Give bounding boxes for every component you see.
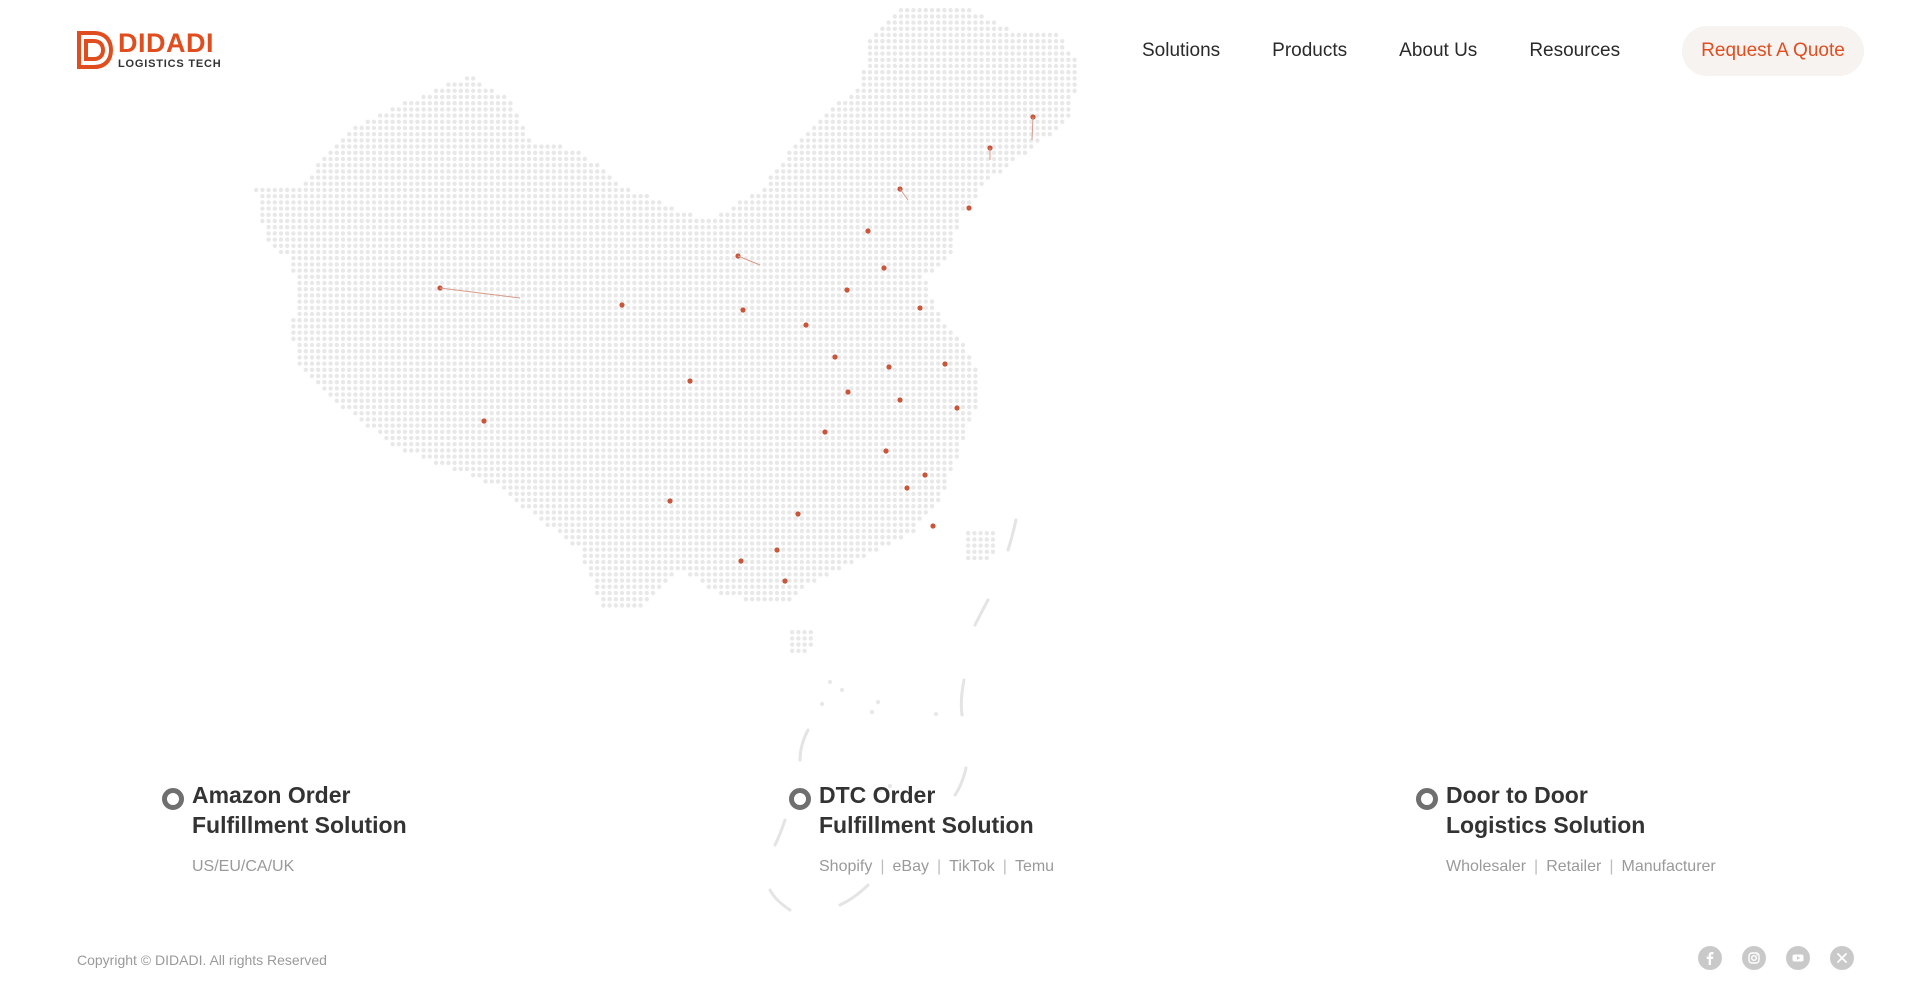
solution-tags: Wholesaler | Retailer | Manufacturer xyxy=(1446,858,1716,876)
brand-name: DIDADI xyxy=(118,28,214,58)
china-dot-map xyxy=(254,8,1077,912)
nav-resources[interactable]: Resources xyxy=(1529,40,1620,62)
solution-title-line2: Fulfillment Solution xyxy=(819,812,1034,838)
youtube-icon[interactable] xyxy=(1786,946,1810,970)
social-links xyxy=(1698,946,1874,970)
request-quote-button[interactable]: Request A Quote xyxy=(1682,26,1864,76)
main-nav: Solutions Products About Us Resources xyxy=(1142,28,1672,74)
solution-ring-icon xyxy=(162,788,184,810)
solution-title-line2: Logistics Solution xyxy=(1446,812,1646,838)
tag-separator: | xyxy=(880,858,885,875)
solution-title: Door to Door Logistics Solution xyxy=(1446,780,1645,840)
facebook-icon[interactable] xyxy=(1698,946,1722,970)
brand-logo[interactable]: DIDADI LOGISTICS TECH xyxy=(76,30,221,70)
x-icon[interactable] xyxy=(1830,946,1854,970)
logo-mark-icon xyxy=(77,31,114,69)
solution-title-line2: Fulfillment Solution xyxy=(192,812,407,838)
map-dots xyxy=(254,8,1077,793)
solution-title-line1: Amazon Order xyxy=(192,782,351,808)
solution-tag: Wholesaler xyxy=(1446,858,1527,875)
solution-tag: Shopify xyxy=(819,858,873,875)
solution-tag: Retailer xyxy=(1546,858,1602,875)
solution-tags: US/EU/CA/UK xyxy=(192,858,294,876)
solution-tag: Manufacturer xyxy=(1621,858,1716,875)
nav-about-us[interactable]: About Us xyxy=(1399,40,1477,62)
nav-solutions[interactable]: Solutions xyxy=(1142,40,1220,62)
sea-boundary xyxy=(768,518,1018,912)
solution-title: Amazon Order Fulfillment Solution xyxy=(192,780,407,840)
solution-tag: Temu xyxy=(1014,858,1055,875)
tag-separator: | xyxy=(1002,858,1007,875)
brand-tagline: LOGISTICS TECH xyxy=(118,58,222,70)
instagram-icon[interactable] xyxy=(1742,946,1766,970)
solution-title-line1: DTC Order xyxy=(819,782,936,808)
solution-tag: eBay xyxy=(892,858,929,875)
nav-products[interactable]: Products xyxy=(1272,40,1347,62)
solution-ring-icon xyxy=(1416,788,1438,810)
solution-title: DTC Order Fulfillment Solution xyxy=(819,780,1034,840)
copyright-text: Copyright © DIDADI. All rights Reserved xyxy=(77,952,327,968)
solution-title-line1: Door to Door xyxy=(1446,782,1588,808)
solution-tag: TikTok xyxy=(949,858,995,875)
solution-ring-icon xyxy=(789,788,811,810)
tag-separator: | xyxy=(937,858,942,875)
solution-tag: US/EU/CA/UK xyxy=(192,858,295,875)
solution-tags: Shopify | eBay | TikTok | Temu xyxy=(819,858,1054,876)
tag-separator: | xyxy=(1534,858,1539,875)
tag-separator: | xyxy=(1609,858,1614,875)
